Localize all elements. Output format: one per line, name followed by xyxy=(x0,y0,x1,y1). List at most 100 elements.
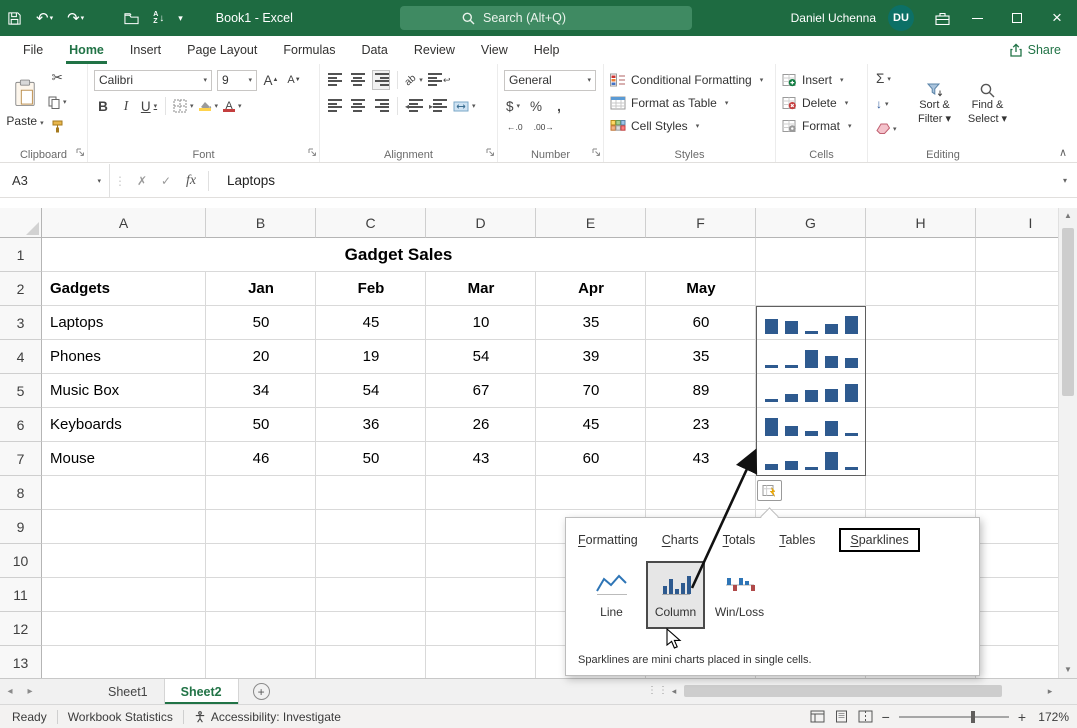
new-sheet-button[interactable]: + xyxy=(253,683,270,700)
cell-header-gadgets[interactable]: Gadgets xyxy=(42,272,205,305)
scrollbar-track[interactable] xyxy=(682,684,1042,698)
bold-button[interactable]: B xyxy=(94,96,112,116)
select-all-corner[interactable] xyxy=(0,208,42,238)
cell-value[interactable]: 36 xyxy=(316,408,426,441)
number-dialog-launcher-icon[interactable] xyxy=(592,145,601,160)
cell-value[interactable]: 70 xyxy=(536,374,646,407)
zoom-slider[interactable] xyxy=(899,716,1009,718)
cell-music-box[interactable]: Music Box xyxy=(42,374,205,407)
cell-styles-button[interactable]: Cell Styles▾ xyxy=(610,114,771,137)
row-header-8[interactable]: 8 xyxy=(0,476,42,510)
row-header-1[interactable]: 1 xyxy=(0,238,42,272)
vertical-scrollbar[interactable]: ▲ ▼ xyxy=(1058,208,1077,678)
row-header-10[interactable]: 10 xyxy=(0,544,42,578)
workbook-statistics-button[interactable]: Workbook Statistics xyxy=(68,710,173,724)
align-left-button[interactable] xyxy=(326,96,344,116)
scroll-left-icon[interactable]: ◂ xyxy=(666,686,682,697)
column-header-g[interactable]: G xyxy=(756,208,866,238)
quick-analysis-button[interactable] xyxy=(757,480,782,501)
scrollbar-thumb[interactable] xyxy=(684,685,1002,697)
percent-style-button[interactable]: % xyxy=(527,96,545,116)
font-name-combo[interactable]: Calibri▾ xyxy=(94,70,212,91)
save-icon[interactable] xyxy=(0,0,29,36)
clear-button[interactable]: ▾ xyxy=(874,116,908,141)
conditional-formatting-button[interactable]: Conditional Formatting▾ xyxy=(610,68,771,91)
column-header-f[interactable]: F xyxy=(646,208,756,238)
tab-help[interactable]: Help xyxy=(521,36,573,64)
tab-review[interactable]: Review xyxy=(401,36,468,64)
alignment-dialog-launcher-icon[interactable] xyxy=(486,145,495,160)
cell-header-jan[interactable]: Jan xyxy=(206,272,316,305)
tab-view[interactable]: View xyxy=(468,36,521,64)
font-color-button[interactable]: A▾ xyxy=(223,96,242,116)
column-header-d[interactable]: D xyxy=(426,208,536,238)
italic-button[interactable]: I xyxy=(117,96,135,116)
qa-option-column[interactable]: Column xyxy=(646,561,705,629)
cell-laptops[interactable]: Laptops xyxy=(42,306,205,339)
tab-formulas[interactable]: Formulas xyxy=(270,36,348,64)
font-size-combo[interactable]: 9▾ xyxy=(217,70,257,91)
cell-value[interactable]: 35 xyxy=(646,340,756,373)
paste-button[interactable]: Paste▾ xyxy=(6,66,44,140)
cell-value[interactable]: 50 xyxy=(206,408,316,441)
fill-button[interactable]: ↓▾ xyxy=(874,91,908,116)
column-header-b[interactable]: B xyxy=(206,208,316,238)
scroll-right-icon[interactable]: ▸ xyxy=(1042,686,1058,697)
sheet-nav-left-icon[interactable]: ◂ xyxy=(0,679,20,704)
cell-value[interactable]: 43 xyxy=(646,442,756,475)
minimize-button[interactable] xyxy=(957,0,997,36)
qat-customize-chevron-icon[interactable]: ▾ xyxy=(171,0,190,36)
tab-data[interactable]: Data xyxy=(348,36,400,64)
column-header-e[interactable]: E xyxy=(536,208,646,238)
cell-value[interactable]: 45 xyxy=(316,306,426,339)
row-header-2[interactable]: 2 xyxy=(0,272,42,306)
font-dialog-launcher-icon[interactable] xyxy=(308,145,317,160)
align-bottom-button[interactable] xyxy=(372,70,390,90)
maximize-button[interactable] xyxy=(997,0,1037,36)
cell-value[interactable]: 45 xyxy=(536,408,646,441)
formula-bar-expand-icon[interactable]: ▾ xyxy=(1063,176,1067,185)
align-middle-button[interactable] xyxy=(349,70,367,90)
column-header-i[interactable]: I xyxy=(976,208,1058,238)
cell-value[interactable]: 26 xyxy=(426,408,536,441)
find-select-button[interactable]: Find &Select ▾ xyxy=(961,66,1014,142)
sparkline-cell-keyboards[interactable] xyxy=(757,410,865,440)
number-format-combo[interactable]: General▾ xyxy=(504,70,596,91)
formula-content[interactable]: Laptops xyxy=(213,173,1063,188)
cell-value[interactable]: 50 xyxy=(206,306,316,339)
cell-mouse[interactable]: Mouse xyxy=(42,442,205,475)
collapse-ribbon-chevron-icon[interactable]: ∧ xyxy=(1059,146,1067,159)
cell-value[interactable]: 35 xyxy=(536,306,646,339)
increase-indent-button[interactable]: ▸ xyxy=(429,96,448,116)
autosum-button[interactable]: Σ▾ xyxy=(874,66,908,91)
delete-button[interactable]: Delete▾ xyxy=(782,91,863,114)
page-break-view-icon[interactable] xyxy=(858,710,873,723)
sparkline-cell-music-box[interactable] xyxy=(757,376,865,406)
qa-tab-sparklines[interactable]: Sparklines xyxy=(839,528,919,552)
cut-button[interactable]: ✂ xyxy=(48,66,67,90)
tab-insert[interactable]: Insert xyxy=(117,36,174,64)
column-header-a[interactable]: A xyxy=(42,208,206,238)
cell-value[interactable]: 46 xyxy=(206,442,316,475)
share-button[interactable]: Share xyxy=(1009,36,1061,64)
cell-value[interactable]: 89 xyxy=(646,374,756,407)
cell-value[interactable]: 67 xyxy=(426,374,536,407)
sparkline-cell-phones[interactable] xyxy=(757,342,865,372)
qa-tab-tables[interactable]: Tables xyxy=(779,531,815,549)
align-top-button[interactable] xyxy=(326,70,344,90)
row-header-7[interactable]: 7 xyxy=(0,442,42,476)
cell-value[interactable]: 43 xyxy=(426,442,536,475)
accessibility-status[interactable]: Accessibility: Investigate xyxy=(194,710,341,724)
qa-tab-charts[interactable]: Charts xyxy=(662,531,699,549)
org-account-icon[interactable] xyxy=(928,0,957,36)
underline-button[interactable]: U▾ xyxy=(140,96,158,116)
qa-option-line[interactable]: Line xyxy=(582,561,641,629)
zoom-out-button[interactable]: − xyxy=(882,709,890,725)
qa-option-win-loss[interactable]: Win/Loss xyxy=(710,561,769,629)
avatar[interactable]: DU xyxy=(888,5,914,31)
sort-az-icon[interactable]: AZ↓ xyxy=(146,0,171,36)
row-header-4[interactable]: 4 xyxy=(0,340,42,374)
row-header-5[interactable]: 5 xyxy=(0,374,42,408)
format-button[interactable]: Format▾ xyxy=(782,114,863,137)
sheet-nav-right-icon[interactable]: ▸ xyxy=(20,679,40,704)
